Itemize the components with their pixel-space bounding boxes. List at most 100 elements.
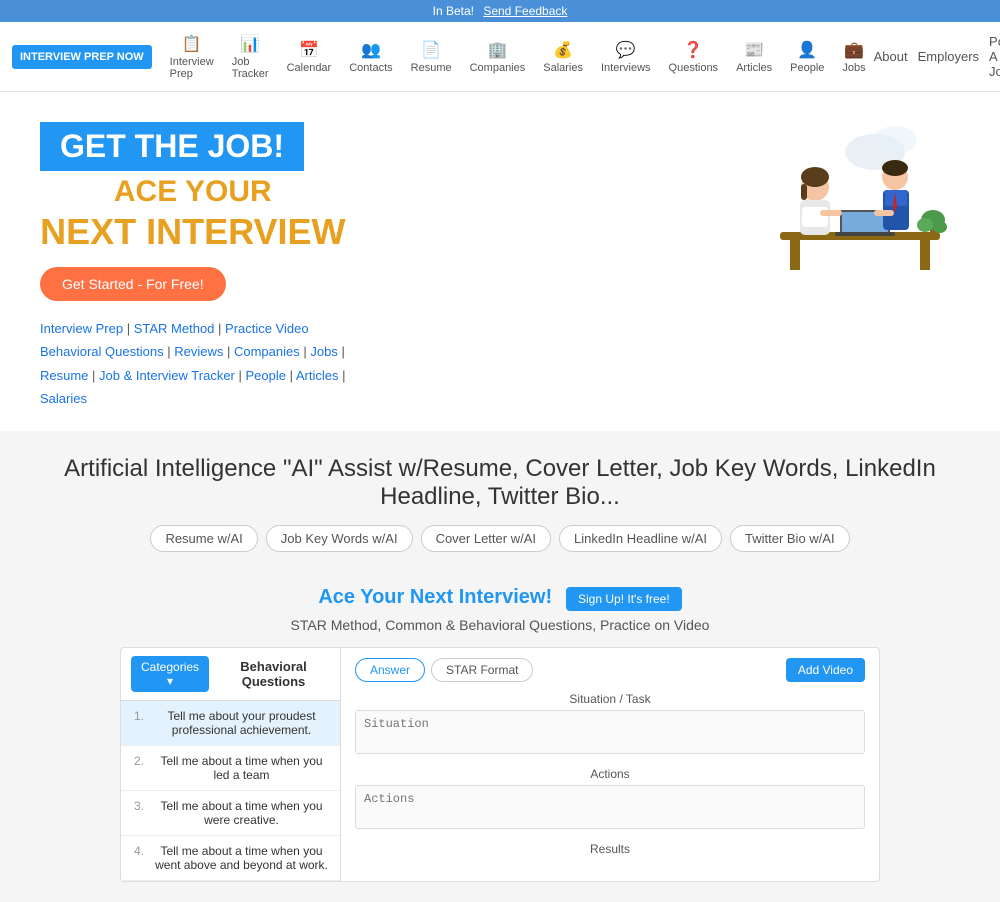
nav-about-link[interactable]: About (874, 49, 908, 64)
nav-label-questions: Questions (669, 62, 719, 74)
nav-label-jobs: Jobs (842, 62, 865, 74)
nav-item-interviews[interactable]: 💬 Interviews (593, 36, 659, 78)
hero-link-interview-prep[interactable]: Interview Prep (40, 321, 123, 336)
feedback-link[interactable]: Send Feedback (483, 4, 567, 18)
interview-prep-icon: 📋 (182, 34, 202, 54)
get-started-button[interactable]: Get Started - For Free! (40, 267, 226, 301)
question-text-4: Tell me about a time when you went above… (153, 844, 330, 872)
questions-icon: ❓ (683, 40, 703, 60)
ai-tab-cover-letter[interactable]: Cover Letter w/AI (421, 525, 551, 552)
calendar-icon: 📅 (299, 40, 319, 60)
question-item[interactable]: 3. Tell me about a time when you were cr… (121, 791, 340, 836)
interview-section: Ace Your Next Interview! Sign Up! It's f… (0, 576, 1000, 902)
hero-link-articles[interactable]: Articles (296, 368, 339, 383)
nav-label-calendar: Calendar (287, 62, 332, 74)
nav-brand[interactable]: INTERVIEW PREP NOW (12, 45, 152, 69)
question-item[interactable]: 1. Tell me about your proudest professio… (121, 701, 340, 746)
nav-item-companies[interactable]: 🏢 Companies (462, 36, 534, 78)
actions-textarea[interactable] (355, 785, 865, 829)
actions-label: Actions (355, 767, 865, 781)
hero-section: GET THE JOB! ACE YOUR NEXT INTERVIEW Get… (0, 92, 1000, 431)
ai-tab-resume[interactable]: Resume w/AI (150, 525, 257, 552)
question-text-1: Tell me about your proudest professional… (153, 709, 330, 737)
nav-item-interview-prep[interactable]: 📋 Interview Prep (162, 30, 222, 84)
interviews-icon: 💬 (616, 40, 636, 60)
situation-textarea[interactable] (355, 710, 865, 754)
people-icon: 👤 (797, 40, 817, 60)
hero-link-job-interview-tracker[interactable]: Job & Interview Tracker (99, 368, 235, 383)
hero-link-jobs[interactable]: Jobs (310, 344, 337, 359)
nav-item-contacts[interactable]: 👥 Contacts (341, 36, 400, 78)
hero-get-the-job: GET THE JOB! (40, 122, 304, 171)
questions-list-title: Behavioral Questions (217, 659, 330, 689)
answer-panel: Answer STAR Format Add Video Situation /… (341, 648, 879, 881)
nav-label-interview-prep: Interview Prep (170, 56, 214, 80)
hero-link-salaries[interactable]: Salaries (40, 391, 87, 406)
beta-bar: In Beta! Send Feedback (0, 0, 1000, 22)
navbar: INTERVIEW PREP NOW 📋 Interview Prep 📊 Jo… (0, 22, 1000, 92)
question-item[interactable]: 4. Tell me about a time when you went ab… (121, 836, 340, 881)
nav-item-people[interactable]: 👤 People (782, 36, 832, 78)
nav-label-job-tracker: Job Tracker (232, 56, 269, 80)
ai-tab-linkedin[interactable]: LinkedIn Headline w/AI (559, 525, 722, 552)
hero-link-resume[interactable]: Resume (40, 368, 88, 383)
nav-label-contacts: Contacts (349, 62, 392, 74)
ai-section: Artificial Intelligence "AI" Assist w/Re… (0, 431, 1000, 576)
signup-free-button[interactable]: Sign Up! It's free! (566, 587, 682, 611)
contacts-icon: 👥 (361, 40, 381, 60)
question-num-1: 1. (131, 709, 147, 737)
interview-subtitle: STAR Method, Common & Behavioral Questio… (40, 617, 960, 633)
hero-link-companies[interactable]: Companies (234, 344, 300, 359)
question-text-2: Tell me about a time when you led a team (153, 754, 330, 782)
ai-tab-job-keywords[interactable]: Job Key Words w/AI (266, 525, 413, 552)
hero-link-reviews[interactable]: Reviews (174, 344, 223, 359)
hero-content: GET THE JOB! ACE YOUR NEXT INTERVIEW Get… (20, 122, 346, 411)
answer-tab-answer[interactable]: Answer (355, 658, 425, 682)
nav-item-calendar[interactable]: 📅 Calendar (279, 36, 340, 78)
nav-item-questions[interactable]: ❓ Questions (661, 36, 727, 78)
situation-label: Situation / Task (355, 692, 865, 706)
hero-next-interview: NEXT INTERVIEW (40, 211, 346, 253)
nav-item-job-tracker[interactable]: 📊 Job Tracker (224, 30, 277, 84)
jobs-icon: 💼 (844, 40, 864, 60)
hero-link-star-method[interactable]: STAR Method (134, 321, 215, 336)
ai-tab-twitter[interactable]: Twitter Bio w/AI (730, 525, 850, 552)
nav-item-articles[interactable]: 📰 Articles (728, 36, 780, 78)
nav-label-salaries: Salaries (543, 62, 583, 74)
nav-label-people: People (790, 62, 824, 74)
nav-label-articles: Articles (736, 62, 772, 74)
resume-icon: 📄 (421, 40, 441, 60)
categories-button[interactable]: Categories ▾ (131, 656, 209, 692)
add-video-button[interactable]: Add Video (786, 658, 865, 682)
answer-tab-star[interactable]: STAR Format (431, 658, 533, 682)
hero-link-practice-video[interactable]: Practice Video (225, 321, 309, 336)
articles-icon: 📰 (744, 40, 764, 60)
question-text-3: Tell me about a time when you were creat… (153, 799, 330, 827)
companies-icon: 🏢 (487, 40, 507, 60)
nav-item-resume[interactable]: 📄 Resume (403, 36, 460, 78)
job-tracker-icon: 📊 (240, 34, 260, 54)
results-label: Results (355, 842, 865, 856)
beta-text: In Beta! (433, 4, 474, 18)
hero-ace-your: ACE YOUR (40, 175, 346, 209)
interview-section-title: Ace Your Next Interview! (318, 586, 552, 608)
hero-link-behavioral-questions[interactable]: Behavioral Questions (40, 344, 164, 359)
nav-post-job-link[interactable]: Post A Job (989, 34, 1000, 79)
salaries-icon: 💰 (553, 40, 573, 60)
nav-right: About Employers Post A Job Sign It Up (874, 28, 1000, 85)
ai-tabs: Resume w/AI Job Key Words w/AI Cover Let… (40, 525, 960, 552)
nav-item-salaries[interactable]: 💰 Salaries (535, 36, 591, 78)
questions-list: Categories ▾ Behavioral Questions 1. Tel… (121, 648, 341, 881)
question-num-4: 4. (131, 844, 147, 872)
nav-employers-link[interactable]: Employers (918, 49, 979, 64)
nav-items: 📋 Interview Prep 📊 Job Tracker 📅 Calenda… (162, 30, 874, 84)
answer-tabs: Answer STAR Format Add Video (355, 658, 865, 682)
hero-link-people[interactable]: People (246, 368, 286, 383)
ai-title: Artificial Intelligence "AI" Assist w/Re… (40, 455, 960, 511)
questions-list-header: Categories ▾ Behavioral Questions (121, 648, 340, 701)
question-num-3: 3. (131, 799, 147, 827)
question-num-2: 2. (131, 754, 147, 782)
hero-illustration (720, 122, 960, 302)
question-item[interactable]: 2. Tell me about a time when you led a t… (121, 746, 340, 791)
nav-item-jobs[interactable]: 💼 Jobs (834, 36, 873, 78)
